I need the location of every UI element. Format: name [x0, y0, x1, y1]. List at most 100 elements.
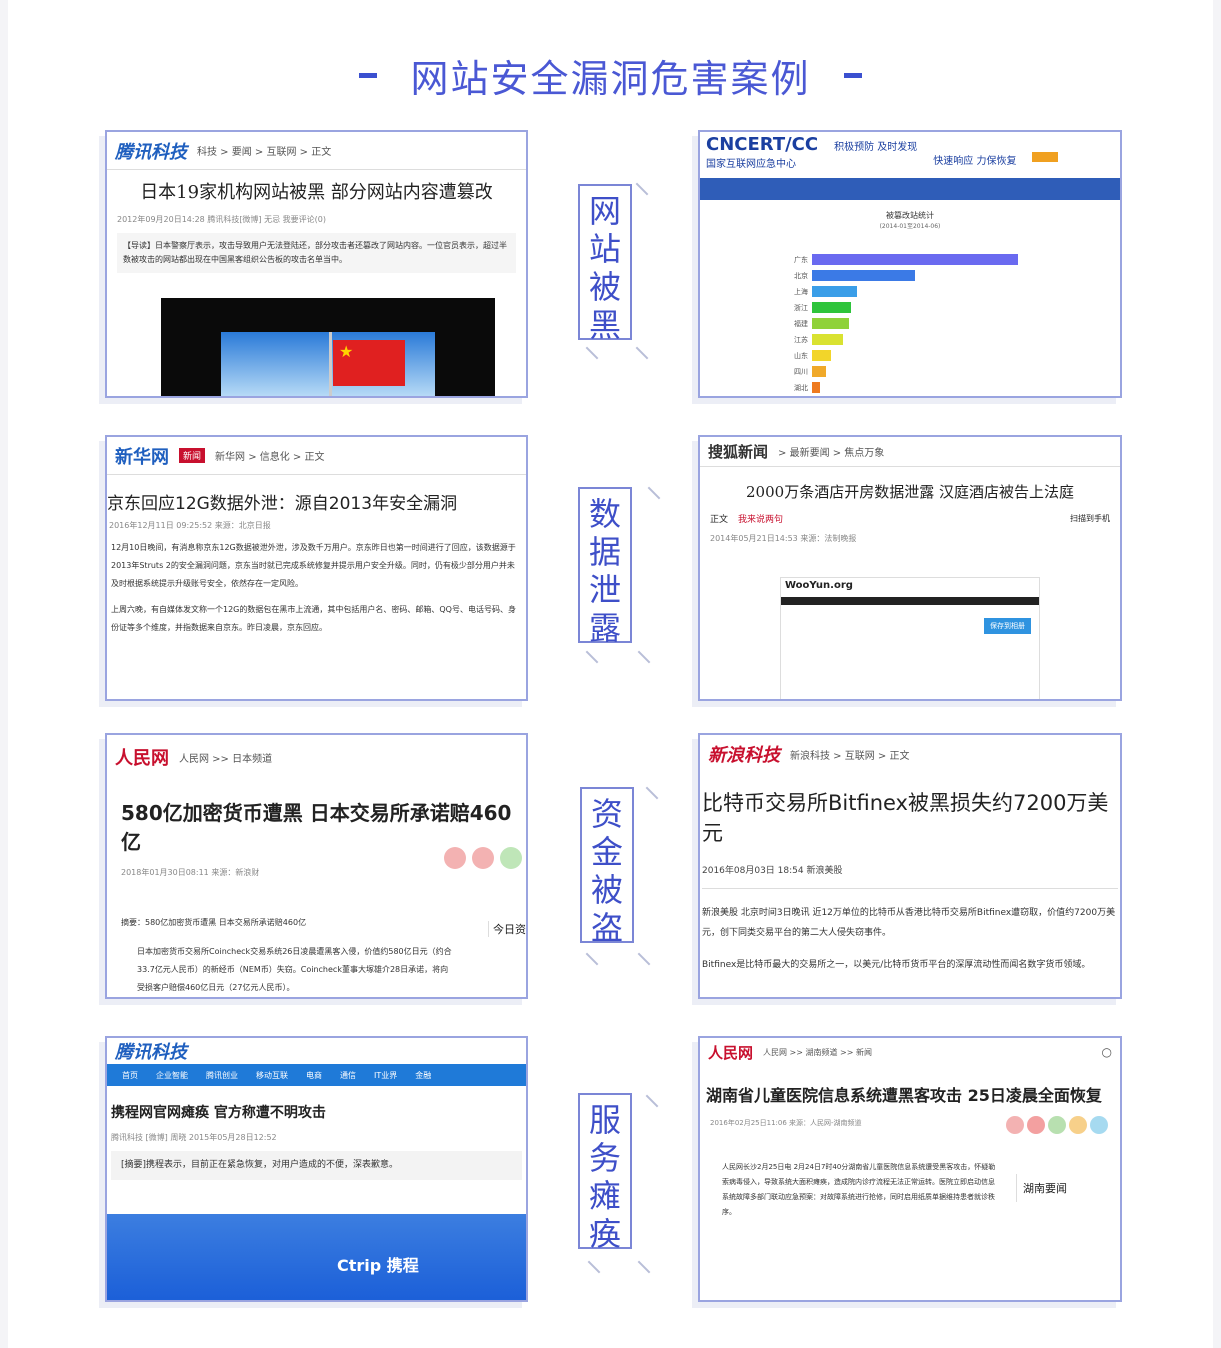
breadcrumb: > 最新要闻 > 焦点万象 [778, 448, 885, 459]
chart-category-label: 山东 [794, 351, 808, 360]
decor-slash [637, 1260, 651, 1274]
chart-category-label: 上海 [794, 287, 808, 296]
page: 网站安全漏洞危害案例 网站被黑 数据泄露 资金被盗 服务瘫痪 腾讯科技 科技 >… [8, 0, 1213, 1348]
breadcrumb: 新浪科技 > 互联网 > 正文 [790, 750, 910, 762]
slogan-2: 快速响应 力保恢复 [933, 156, 1017, 167]
card-header: 新华网 新闻 新华网 > 信息化 > 正文 [107, 437, 526, 475]
site-logo: 人民网 [115, 748, 169, 769]
chart-category-label: 福建 [794, 319, 808, 328]
chart-bar [812, 318, 849, 329]
share-wechat-icon[interactable] [500, 847, 522, 869]
site-logo: 腾讯科技 [115, 1042, 187, 1063]
site-logo: 人民网 [708, 1043, 754, 1062]
category-label-funds-stolen: 资金被盗 [580, 787, 634, 947]
chart-bar [812, 382, 820, 393]
article-body-2: Bitfinex是比特币最大的交易所之一，以美元/比特币货币平台的深厚流动性而闻… [702, 960, 1091, 970]
case-card-hunan-hospital: 人民网 人民网 >> 湖南频道 >> 新闻 ○ 湖南省儿童医院信息系统遭黑客攻击… [698, 1036, 1122, 1302]
decor-slash [647, 486, 661, 500]
case-card-jd-leak: 新华网 新闻 新华网 > 信息化 > 正文 京东回应12G数据外泄：源自2013… [105, 435, 528, 701]
site-logo: 搜狐新闻 [708, 443, 769, 461]
article-body-1: 新浪美股 北京时间3日晚讯 近12万单位的比特币从香港比特币交易所Bitfine… [702, 908, 1116, 938]
article-headline: 比特币交易所Bitfinex被黑损失约7200万美元 [702, 791, 1109, 845]
case-card-tencent-japan: 腾讯科技 科技 > 要闻 > 互联网 > 正文 日本19家机构网站被黑 部分网站… [105, 130, 528, 398]
chart-bar-row: 上海 [790, 285, 1090, 298]
case-card-coincheck: 人民网 人民网 >> 日本频道 580亿加密货币遭黑 日本交易所承诺赔460亿 … [105, 733, 528, 999]
share-link[interactable]: 扫描到手机 [1070, 513, 1110, 524]
chart-bar-row: 福建 [790, 317, 1090, 330]
article-meta: 2014年05月21日14:53 来源：法制晚报 [710, 534, 857, 543]
chart-bar-row: 湖北 [790, 381, 1090, 394]
breadcrumb: 人民网 >> 湖南频道 >> 新闻 [763, 1047, 872, 1057]
nav-item[interactable]: 金融 [406, 1070, 440, 1081]
chart-bar [812, 270, 915, 281]
chart-bar-row: 四川 [790, 365, 1090, 378]
page-title: 网站安全漏洞危害案例 [410, 57, 811, 101]
nav-item[interactable]: IT业界 [365, 1070, 406, 1081]
article-headline: 京东回应12G数据外泄：源自2013年安全漏洞 [107, 494, 458, 514]
nav-item[interactable]: 通信 [331, 1070, 365, 1081]
chart-bar [812, 254, 1018, 265]
embedded-screenshot: WooYun.org 保存到相册 [780, 577, 1040, 699]
card-header: 腾讯科技 科技 > 要闻 > 互联网 > 正文 [107, 132, 526, 170]
share-renren-icon[interactable] [1006, 1116, 1024, 1134]
ctrip-banner: Ctrip 携程 [107, 1214, 526, 1300]
share-weibo-icon[interactable] [472, 847, 494, 869]
nav-item[interactable]: 电商 [297, 1070, 331, 1081]
nav-item[interactable]: 首页 [113, 1070, 147, 1081]
cncert-logo-block: CNCERT/CC 国家互联网应急中心 [706, 134, 818, 170]
decor-slash [585, 650, 599, 664]
article-body: 日本加密货币交易所Coincheck交易系统26日凌晨遭黑客入侵，价值约580亿… [137, 947, 452, 992]
chart-title: 被篡改站统计 [886, 211, 934, 220]
slogan-1: 积极预防 及时发现 [834, 142, 918, 153]
title-dash-right [843, 73, 862, 78]
wooyun-logo: WooYun.org [785, 580, 853, 591]
wooyun-nav [781, 597, 1039, 605]
chart-category-label: 江苏 [794, 335, 808, 344]
share-qzone-icon[interactable] [1069, 1116, 1087, 1134]
decor-slash [637, 952, 651, 966]
share-qq-icon[interactable] [1090, 1116, 1108, 1134]
nav-bar: 首页 企业智能 腾讯创业 移动互联 电商 通信 IT业界 金融 [107, 1064, 526, 1086]
chart-bar-row: 山东 [790, 349, 1090, 362]
decor-slash [635, 346, 649, 360]
article-meta: 2016年12月11日 09:25:52 来源：北京日报 [109, 521, 271, 530]
share-wechat-icon[interactable] [1048, 1116, 1066, 1134]
decor-slash [635, 182, 649, 196]
decor-slash [585, 952, 599, 966]
card-header: CNCERT/CC 国家互联网应急中心 积极预防 及时发现 快速响应 力保恢复 [700, 132, 1120, 178]
chart-category-label: 广东 [794, 255, 808, 264]
tab-comments[interactable]: 我来说两句 [738, 512, 783, 525]
article-body-2: 上周六晚，有自媒体发文称一个12G的数据包在黑市上流通，其中包括用户名、密码、邮… [111, 605, 516, 632]
category-label-data-leak: 数据泄露 [578, 487, 632, 647]
article-lead: 【导读】日本警察厅表示，攻击导致用户无法登陆还，部分攻击者还篡改了网站内容。一位… [117, 233, 516, 273]
article-headline: 携程网官网瘫痪 官方称遭不明攻击 [111, 1105, 326, 1121]
article-headline: 2000万条酒店开房数据泄露 汉庭酒店被告上法庭 [746, 483, 1074, 501]
flag-icon: ★ [333, 340, 405, 386]
nav-bar [700, 178, 1120, 200]
decor-slash [637, 650, 651, 664]
flag-pole [329, 332, 332, 396]
search-button[interactable] [1032, 152, 1059, 162]
chart-bar [812, 366, 826, 377]
sidebar-hunan-news: 湖南要闻 [1016, 1174, 1120, 1202]
nav-item[interactable]: 移动互联 [247, 1070, 297, 1081]
chart-bar-row: 广东 [790, 253, 1090, 266]
search-icon[interactable]: ○ [1102, 1045, 1112, 1059]
save-to-album-button[interactable]: 保存到相册 [984, 618, 1031, 634]
category-label-hacked: 网站被黑 [578, 184, 632, 344]
chart-bar [812, 334, 843, 345]
tab-main[interactable]: 正文 [710, 512, 728, 525]
chart-bar [812, 350, 831, 361]
article-image: ★ [161, 298, 495, 396]
decor-slash [645, 786, 659, 800]
case-card-ctrip: 腾讯科技 首页 企业智能 腾讯创业 移动互联 电商 通信 IT业界 金融 携程网… [105, 1036, 528, 1302]
news-tag: 新闻 [179, 448, 206, 463]
breadcrumb: 新华网 > 信息化 > 正文 [215, 452, 325, 463]
nav-item[interactable]: 腾讯创业 [197, 1070, 247, 1081]
site-logo: 腾讯科技 [115, 141, 187, 163]
share-weibo-icon[interactable] [1027, 1116, 1045, 1134]
share-renren-icon[interactable] [444, 847, 466, 869]
article-headline: 湖南省儿童医院信息系统遭黑客攻击 25日凌晨全面恢复 [706, 1086, 1102, 1105]
case-card-cncert: CNCERT/CC 国家互联网应急中心 积极预防 及时发现 快速响应 力保恢复 … [698, 130, 1122, 398]
nav-item[interactable]: 企业智能 [147, 1070, 197, 1081]
